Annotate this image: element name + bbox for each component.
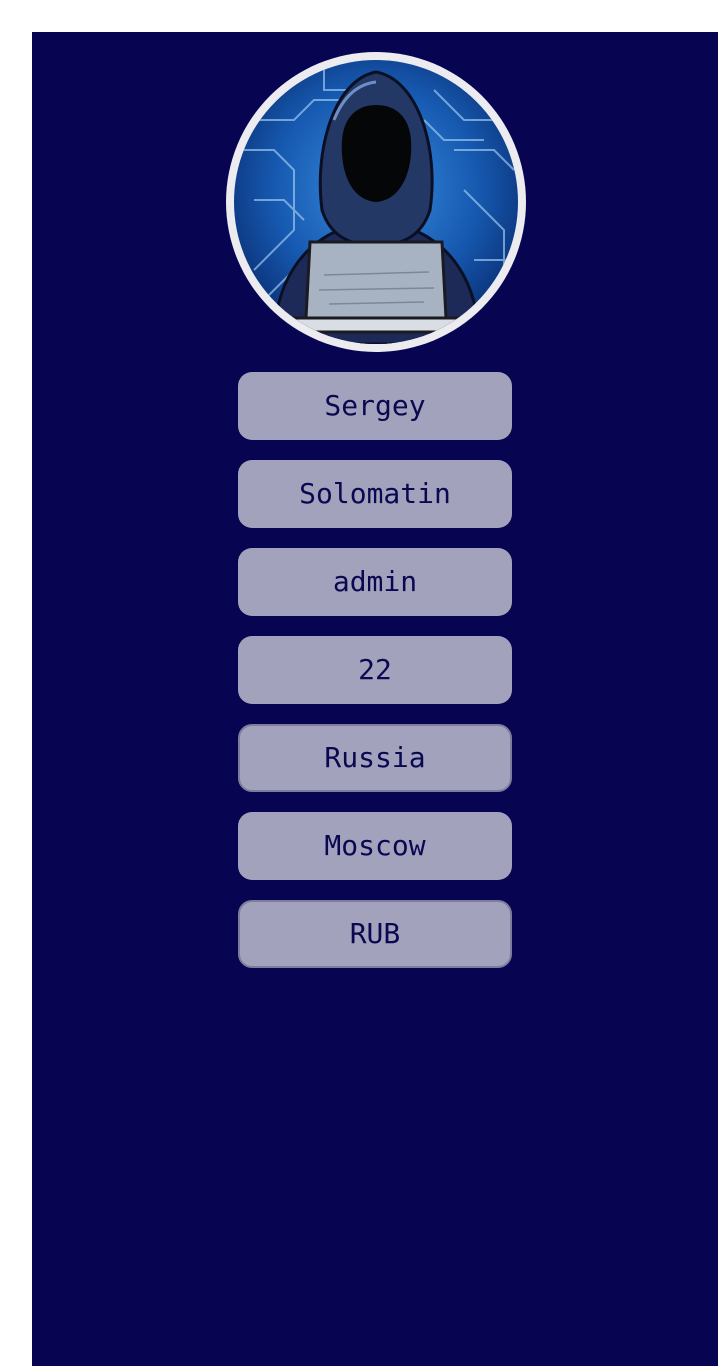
first-name-field[interactable]: Sergey: [238, 372, 512, 440]
last-name-field[interactable]: Solomatin: [238, 460, 512, 528]
role-field[interactable]: admin: [238, 548, 512, 616]
country-field[interactable]: Russia: [238, 724, 512, 792]
city-field[interactable]: Moscow: [238, 812, 512, 880]
currency-field[interactable]: RUB: [238, 900, 512, 968]
hooded-hacker-avatar-icon: [234, 60, 518, 344]
age-field[interactable]: 22: [238, 636, 512, 704]
avatar[interactable]: [226, 52, 526, 352]
profile-panel: Sergey Solomatin admin 22 Russia Moscow …: [32, 32, 718, 1366]
